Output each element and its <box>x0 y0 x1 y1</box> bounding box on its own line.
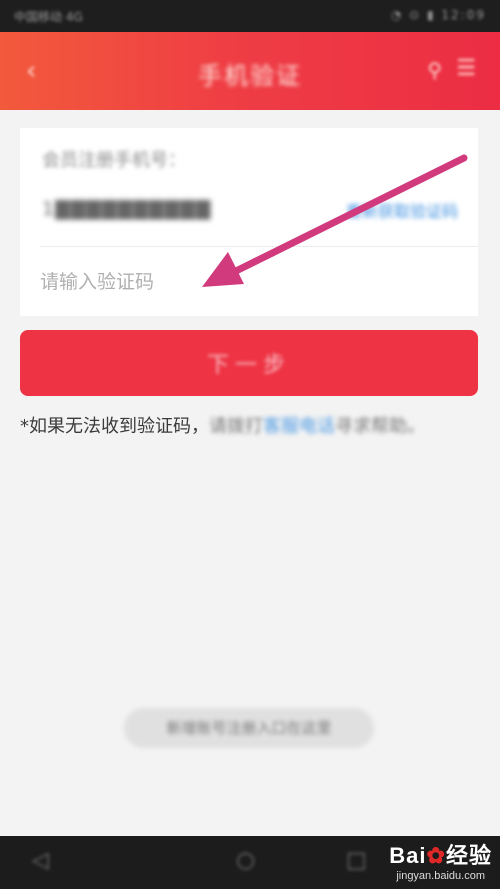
watermark-url: jingyan.baidu.com <box>396 870 485 882</box>
watermark-logo: Bai✿经验 <box>389 838 492 870</box>
baidu-jingyan-watermark: Bai✿经验 jingyan.baidu.com <box>389 838 492 882</box>
help-text: *如果无法收到验证码，请拨打客服电话寻求帮助。 <box>20 412 425 438</box>
help-lead: *如果无法收到验证码， <box>20 416 209 437</box>
watermark-jingyan: 经验 <box>445 843 492 868</box>
verification-code-input[interactable] <box>40 262 340 302</box>
resend-code-link[interactable]: 重新获取验证码 <box>346 198 458 222</box>
app-header: ‹ 手机验证 ⚲ ☰ <box>0 32 500 110</box>
help-call: 请拨打 <box>209 416 263 437</box>
phone-number-masked: 1▇▇▇▇▇▇▇▇▇▇ <box>42 198 212 220</box>
status-carrier: 中国移动 4G <box>14 10 83 24</box>
phone-prompt-label: 会员注册手机号： <box>42 150 186 171</box>
nav-back-icon[interactable]: ◁ <box>32 848 49 873</box>
next-step-button[interactable]: 下一步 <box>20 330 478 396</box>
menu-icon[interactable]: ☰ <box>456 56 476 81</box>
verification-card: 会员注册手机号： 1▇▇▇▇▇▇▇▇▇▇ 重新获取验证码 <box>20 128 478 316</box>
status-bar: 中国移动 4G ◔ ⊙ ▮ 12:09 <box>0 0 500 32</box>
search-icon[interactable]: ⚲ <box>427 58 442 82</box>
baidu-paw-icon: ✿ <box>426 843 446 868</box>
help-phone-link[interactable]: 客服电话 <box>263 416 335 437</box>
page-title: 手机验证 <box>198 62 302 90</box>
nav-recent-icon[interactable]: □ <box>346 848 367 873</box>
watermark-bai: Bai <box>389 843 427 868</box>
bottom-info-pill[interactable]: 新增账号注册入口在这里 <box>124 708 374 748</box>
status-icons: ◔ ⊙ ▮ 12:09 <box>390 8 486 22</box>
divider <box>40 246 478 247</box>
next-step-label: 下一步 <box>206 353 291 378</box>
nav-home-icon[interactable]: ○ <box>236 848 255 873</box>
help-tail: 寻求帮助。 <box>335 416 425 437</box>
